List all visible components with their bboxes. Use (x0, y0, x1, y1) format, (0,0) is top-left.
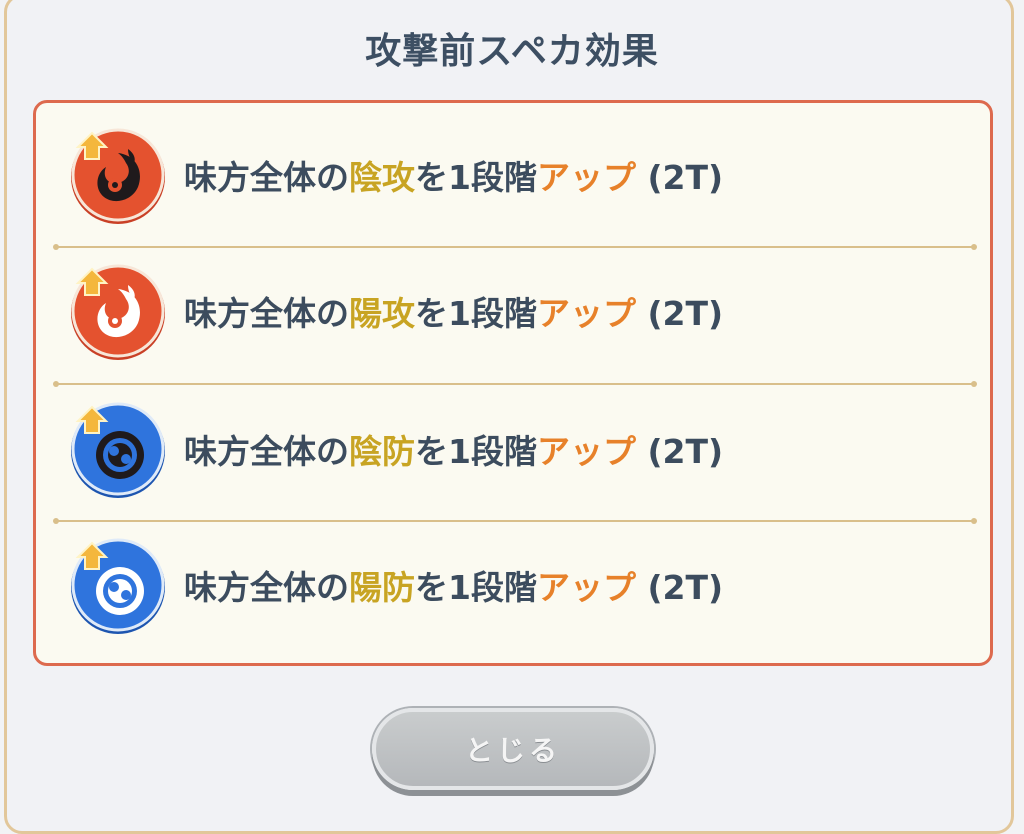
row-divider (53, 244, 977, 250)
effect-row: 味方全体の陽攻を1段階アップ (2T) (36, 251, 990, 371)
effect-text: 味方全体の陰攻を1段階アップ (2T) (184, 151, 723, 199)
effect-duration: (2T) (635, 294, 724, 333)
effect-duration: (2T) (635, 158, 724, 197)
effect-stat: 陽防 (349, 568, 415, 607)
close-button-label: とじる (464, 734, 561, 767)
yang-attack-up-icon (71, 264, 165, 360)
yin-attack-up-icon (71, 128, 165, 224)
effect-text: 味方全体の陽攻を1段階アップ (2T) (184, 287, 723, 335)
close-button[interactable]: とじる (372, 708, 654, 790)
effect-row: 味方全体の陰攻を1段階アップ (2T) (36, 115, 990, 235)
effect-amount: を1段階 (415, 568, 537, 607)
effect-stat: 陰防 (349, 432, 415, 471)
effect-change: アップ (536, 432, 636, 471)
effect-amount: を1段階 (415, 432, 537, 471)
effect-duration: (2T) (635, 432, 724, 471)
effects-panel: 味方全体の陰攻を1段階アップ (2T) 味方全体の陽攻を1段階アップ (2T) (33, 100, 993, 666)
effect-amount: を1段階 (415, 158, 537, 197)
row-divider (53, 518, 977, 524)
effect-amount: を1段階 (415, 294, 537, 333)
effect-text: 味方全体の陽防を1段階アップ (2T) (184, 561, 723, 609)
effect-row: 味方全体の陰防を1段階アップ (2T) (36, 389, 990, 509)
effect-text: 味方全体の陰防を1段階アップ (2T) (184, 425, 723, 473)
effect-stat: 陽攻 (349, 294, 415, 333)
effect-change: アップ (536, 294, 636, 333)
effect-target: 味方全体の (184, 158, 349, 197)
effect-target: 味方全体の (184, 432, 349, 471)
effect-change: アップ (536, 158, 636, 197)
effect-target: 味方全体の (184, 568, 349, 607)
effect-row: 味方全体の陽防を1段階アップ (2T) (36, 525, 990, 645)
yang-defense-up-icon (71, 538, 165, 634)
effect-target: 味方全体の (184, 294, 349, 333)
yin-defense-up-icon (71, 402, 165, 498)
row-divider (53, 381, 977, 387)
effect-change: アップ (536, 568, 636, 607)
effect-duration: (2T) (635, 568, 724, 607)
effect-stat: 陰攻 (349, 158, 415, 197)
dialog-title: 攻撃前スペカ効果 (365, 31, 659, 72)
